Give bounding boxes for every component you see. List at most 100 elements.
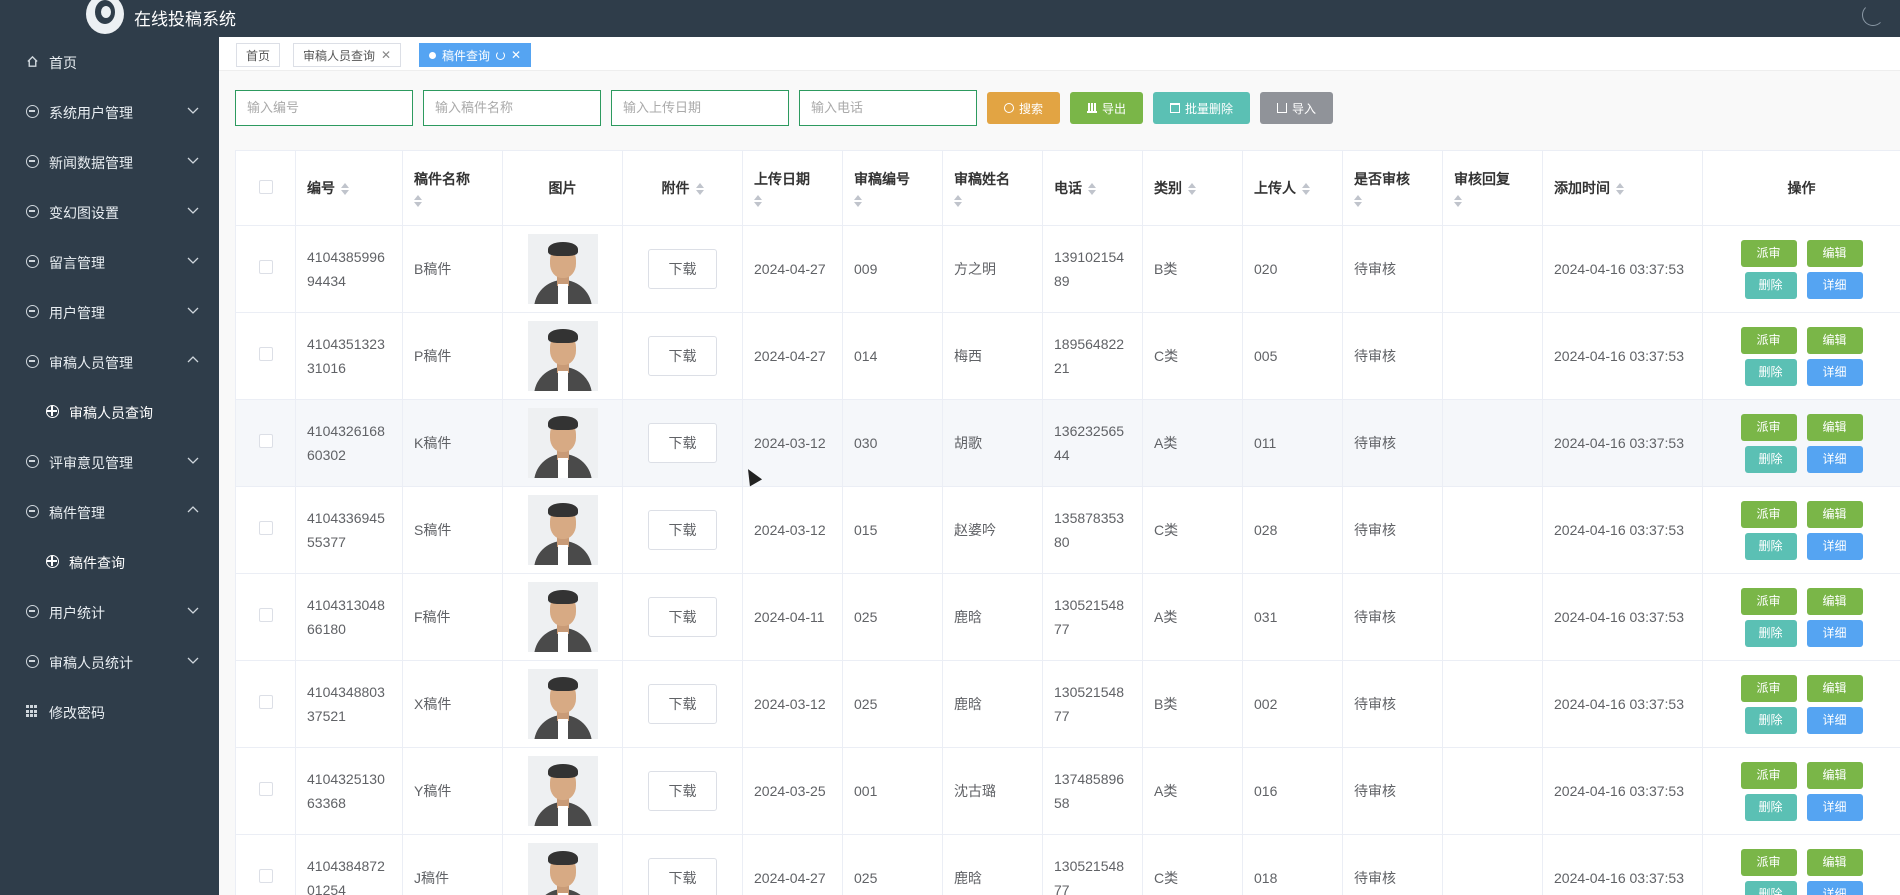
avatar-image[interactable] (527, 495, 598, 565)
sidebar-item-user-statistics[interactable]: 用户统计 (0, 587, 219, 637)
sort-icon[interactable] (954, 195, 962, 207)
header-uploader[interactable]: 上传人 (1242, 150, 1343, 226)
table-row[interactable]: 410432616860302 K稿件 下载 2024-03-12 030 胡歌 13623… (235, 399, 1900, 487)
detail-button[interactable]: 详细 (1806, 619, 1863, 647)
export-button[interactable]: 导出 (1070, 92, 1143, 124)
delete-button[interactable]: 删除 (1744, 793, 1797, 821)
download-button[interactable]: 下载 (648, 336, 717, 376)
tab-reviewer-query[interactable]: 审稿人员查询 ✕ (293, 43, 402, 67)
select-all-checkbox[interactable] (258, 179, 273, 194)
close-icon[interactable]: ✕ (381, 48, 391, 62)
row-checkbox[interactable] (258, 521, 273, 535)
assign-button[interactable]: 派审 (1740, 500, 1797, 528)
sidebar-item-review-opinion-management[interactable]: 评审意见管理 (0, 437, 219, 487)
download-button[interactable]: 下载 (648, 510, 717, 550)
edit-button[interactable]: 编辑 (1806, 500, 1863, 528)
edit-button[interactable]: 编辑 (1806, 413, 1863, 441)
close-icon[interactable]: ✕ (511, 48, 521, 62)
edit-button[interactable]: 编辑 (1806, 674, 1863, 702)
delete-button[interactable]: 删除 (1744, 271, 1797, 299)
sort-icon[interactable] (341, 183, 349, 196)
sidebar-item-message-management[interactable]: 留言管理 (0, 237, 219, 287)
header-review-reply[interactable]: 审核回复 (1442, 150, 1543, 226)
row-checkbox[interactable] (258, 260, 273, 274)
tab-home[interactable]: 首页 (236, 43, 281, 67)
sidebar-item-carousel-settings[interactable]: 变幻图设置 (0, 187, 219, 237)
sort-icon[interactable] (854, 195, 862, 207)
avatar-image[interactable] (527, 669, 598, 739)
assign-button[interactable]: 派审 (1740, 674, 1797, 702)
row-checkbox[interactable] (258, 347, 273, 361)
row-checkbox[interactable] (258, 608, 273, 622)
detail-button[interactable]: 详细 (1806, 358, 1863, 386)
download-button[interactable]: 下载 (648, 684, 717, 724)
sidebar-item-manuscript-query[interactable]: 稿件查询 (0, 537, 219, 587)
assign-button[interactable]: 派审 (1740, 326, 1797, 354)
sort-icon[interactable] (1354, 195, 1362, 207)
detail-button[interactable]: 详细 (1806, 271, 1863, 299)
table-row[interactable]: 410431304866180 F稿件 下载 2024-04-11 025 鹿晗 13052… (235, 573, 1900, 661)
assign-button[interactable]: 派审 (1740, 587, 1797, 615)
sort-icon[interactable] (414, 195, 422, 207)
header-reviewed[interactable]: 是否审核 (1342, 150, 1443, 226)
avatar-image[interactable] (527, 408, 598, 478)
header-attachment[interactable]: 附件 (622, 150, 743, 226)
id-search-input[interactable]: 输入编号 (235, 90, 413, 126)
spinner-icon[interactable] (1862, 4, 1884, 26)
header-name[interactable]: 稿件名称 (402, 150, 503, 226)
row-checkbox[interactable] (258, 695, 273, 709)
edit-button[interactable]: 编辑 (1806, 239, 1863, 267)
sidebar-item-system-user-management[interactable]: 系统用户管理 (0, 87, 219, 137)
sidebar-item-reviewer-management[interactable]: 审稿人员管理 (0, 337, 219, 387)
name-search-input[interactable]: 输入稿件名称 (423, 90, 601, 126)
sidebar-item-home[interactable]: 首页 (0, 37, 219, 87)
delete-button[interactable]: 删除 (1744, 880, 1797, 895)
download-button[interactable]: 下载 (648, 423, 717, 463)
download-button[interactable]: 下载 (648, 858, 717, 895)
header-id[interactable]: 编号 (295, 150, 403, 226)
avatar-image[interactable] (527, 234, 598, 304)
search-button[interactable]: 搜索 (987, 92, 1060, 124)
detail-button[interactable]: 详细 (1806, 880, 1863, 895)
header-category[interactable]: 类别 (1142, 150, 1243, 226)
header-added-time[interactable]: 添加时间 (1542, 150, 1703, 226)
delete-button[interactable]: 删除 (1744, 445, 1797, 473)
sort-icon[interactable] (1616, 183, 1624, 196)
table-row[interactable]: 410438599694434 B稿件 下载 2024-04-27 009 方之明 1391… (235, 225, 1900, 313)
detail-button[interactable]: 详细 (1806, 793, 1863, 821)
sidebar-item-manuscript-management[interactable]: 稿件管理 (0, 487, 219, 537)
sort-icon[interactable] (1188, 183, 1196, 196)
detail-button[interactable]: 详细 (1806, 706, 1863, 734)
row-checkbox[interactable] (258, 782, 273, 796)
delete-button[interactable]: 删除 (1744, 619, 1797, 647)
delete-button[interactable]: 删除 (1744, 532, 1797, 560)
header-reviewer-name[interactable]: 审稿姓名 (942, 150, 1043, 226)
avatar-image[interactable] (527, 321, 598, 391)
detail-button[interactable]: 详细 (1806, 445, 1863, 473)
assign-button[interactable]: 派审 (1740, 239, 1797, 267)
detail-button[interactable]: 详细 (1806, 532, 1863, 560)
table-row[interactable]: 410435132331016 P稿件 下载 2024-04-27 014 梅西 18956… (235, 312, 1900, 400)
table-row[interactable]: 410432513063368 Y稿件 下载 2024-03-25 001 沈古璐 1374… (235, 747, 1900, 835)
header-phone[interactable]: 电话 (1042, 150, 1143, 226)
edit-button[interactable]: 编辑 (1806, 587, 1863, 615)
table-row[interactable]: 410433694555377 S稿件 下载 2024-03-12 015 赵婆吟 1358… (235, 486, 1900, 574)
table-row[interactable]: 410438487201254 J稿件 下载 2024-04-27 025 鹿晗 13052… (235, 834, 1900, 895)
edit-button[interactable]: 编辑 (1806, 761, 1863, 789)
sidebar-item-user-management[interactable]: 用户管理 (0, 287, 219, 337)
row-checkbox[interactable] (258, 434, 273, 448)
assign-button[interactable]: 派审 (1740, 848, 1797, 876)
assign-button[interactable]: 派审 (1740, 761, 1797, 789)
download-button[interactable]: 下载 (648, 597, 717, 637)
sidebar-item-reviewer-query[interactable]: 审稿人员查询 (0, 387, 219, 437)
refresh-icon[interactable] (496, 50, 506, 60)
tab-manuscript-query[interactable]: 稿件查询 ✕ (419, 43, 532, 67)
sort-icon[interactable] (1088, 183, 1096, 196)
header-upload-date[interactable]: 上传日期 (742, 150, 843, 226)
import-button[interactable]: 导入 (1260, 92, 1333, 124)
sort-icon[interactable] (1302, 183, 1310, 196)
sort-icon[interactable] (695, 183, 704, 196)
sidebar-item-news-data-management[interactable]: 新闻数据管理 (0, 137, 219, 187)
download-button[interactable]: 下载 (648, 249, 717, 289)
date-search-input[interactable]: 输入上传日期 (611, 90, 789, 126)
